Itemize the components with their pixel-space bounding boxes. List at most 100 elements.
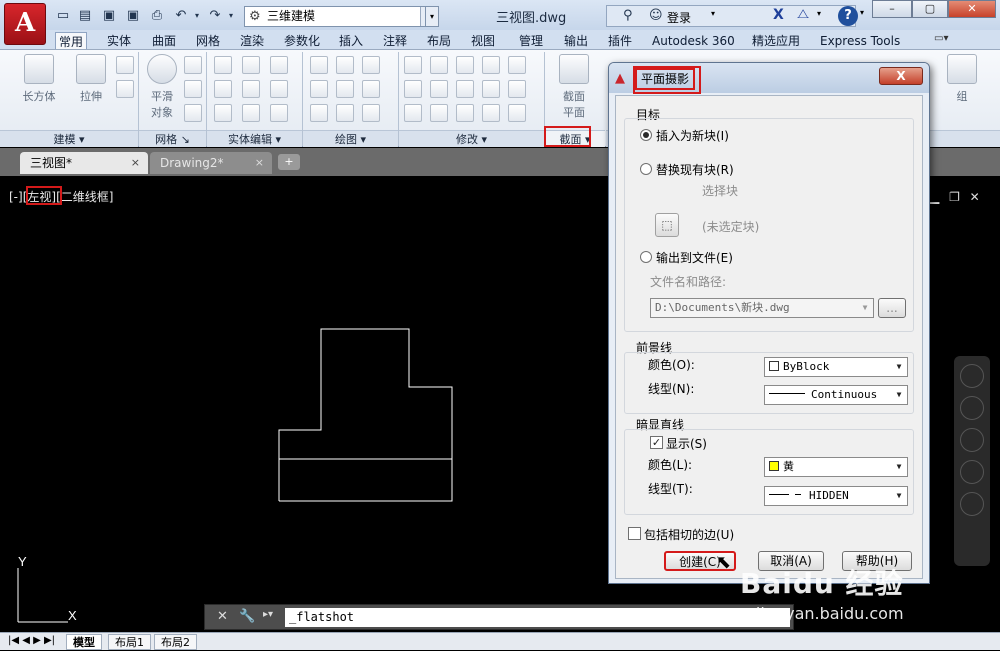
maximize-button[interactable]: ▢ [912, 0, 948, 18]
exchange-x-icon[interactable]: X [773, 7, 784, 23]
include-tangent-edges-label[interactable]: 包括相切的边(U) [644, 526, 734, 543]
tab-view[interactable]: 视图 [468, 32, 498, 50]
command-input[interactable]: _flatshot [285, 608, 790, 627]
radio-replace-label[interactable]: 替换现有块(R) [656, 161, 734, 178]
subtract-icon[interactable] [214, 80, 232, 98]
tab-surface[interactable]: 曲面 [149, 32, 179, 50]
wrench-icon[interactable]: 🔧 [239, 609, 255, 624]
tab-plugins[interactable]: 插件 [605, 32, 635, 50]
layout-nav-icons[interactable]: |◀ ◀ ▶ ▶| [8, 635, 55, 646]
panel-title-mesh[interactable]: 网格 ↘ [139, 130, 206, 147]
gizmo-rotate-icon[interactable] [456, 80, 474, 98]
file-tab-drawing2[interactable]: Drawing2* × [150, 152, 272, 174]
tab-manage[interactable]: 管理 [516, 32, 546, 50]
mirror-icon[interactable] [430, 104, 448, 122]
orbit-icon[interactable] [960, 460, 984, 484]
union-icon[interactable] [214, 56, 232, 74]
tab-output[interactable]: 输出 [561, 32, 591, 50]
tab-layout[interactable]: 布局 [424, 32, 454, 50]
box-button[interactable]: 长方体 [18, 54, 60, 104]
tab-parametric[interactable]: 参数化 [281, 32, 323, 50]
fillet-icon[interactable] [508, 56, 526, 74]
login-dropdown-icon[interactable]: ▾ [711, 9, 715, 18]
help-dropdown-icon[interactable]: ▾ [860, 8, 864, 17]
radio-insert-new-block[interactable] [640, 129, 652, 141]
arc-icon[interactable] [362, 56, 380, 74]
pan-icon[interactable] [960, 396, 984, 420]
radio-export-label[interactable]: 输出到文件(E) [656, 249, 733, 266]
group-button[interactable]: 组 [942, 54, 982, 104]
stretch-icon[interactable] [456, 104, 474, 122]
viewport-minimize-icon[interactable]: ▁ [930, 190, 939, 204]
undo-dropdown-icon[interactable]: ▾ [188, 7, 206, 25]
separate-icon[interactable] [270, 104, 288, 122]
ellipse-icon[interactable] [336, 104, 354, 122]
workspace-dropdown[interactable]: ⚙ 三维建模 ▼ [244, 6, 437, 27]
close-icon[interactable]: × [255, 152, 264, 174]
imprint-icon[interactable] [242, 80, 260, 98]
dialog-close-button[interactable]: X [879, 67, 923, 85]
revolve-icon[interactable] [116, 56, 134, 74]
circle-icon[interactable] [362, 80, 380, 98]
viewport-close-icon[interactable]: ✕ [970, 190, 980, 204]
tab-layout1[interactable]: 布局1 [108, 634, 151, 650]
show-hidden-label[interactable]: 显示(S) [666, 435, 707, 452]
redo-dropdown-icon[interactable]: ▾ [222, 7, 240, 25]
spline-icon[interactable] [310, 80, 328, 98]
viewport-restore-icon[interactable]: ❐ [949, 190, 960, 204]
radio-replace-block[interactable] [640, 163, 652, 175]
tab-home[interactable]: 常用 [55, 32, 88, 50]
rectangle-icon[interactable] [336, 80, 354, 98]
print-icon[interactable]: ⎙ [148, 7, 166, 25]
polyline-icon[interactable] [310, 56, 328, 74]
gizmo-move-icon[interactable] [456, 56, 474, 74]
radio-export-to-file[interactable] [640, 251, 652, 263]
show-hidden-checkbox[interactable]: ✓ [650, 436, 663, 449]
extrude-button[interactable]: 拉伸 [70, 54, 112, 104]
scale-icon[interactable] [482, 56, 500, 74]
file-tab-sanshitu[interactable]: 三视图* × [20, 152, 148, 174]
mesh-refine-icon[interactable] [184, 104, 202, 122]
include-tangent-edges-checkbox[interactable] [628, 527, 641, 540]
trim-icon[interactable] [482, 104, 500, 122]
line-icon[interactable] [336, 56, 354, 74]
minimize-button[interactable]: – [872, 0, 912, 18]
panel-title-draw[interactable]: 绘图 ▾ [303, 130, 398, 147]
browse-button[interactable]: ... [878, 298, 906, 318]
chamfer-icon[interactable] [508, 80, 526, 98]
open-file-icon[interactable]: ▤ [76, 7, 94, 25]
align-icon[interactable] [404, 104, 422, 122]
tab-featured-apps[interactable]: 精选应用 [749, 32, 803, 50]
offset-icon[interactable] [482, 80, 500, 98]
smooth-object-button[interactable]: 平滑 对象 [144, 54, 180, 120]
panel-title-modeling[interactable]: 建模 ▾ [0, 130, 138, 147]
save-icon[interactable]: ▣ [100, 7, 118, 25]
tab-render[interactable]: 渲染 [237, 32, 267, 50]
a360-dropdown-icon[interactable]: ▾ [817, 9, 821, 18]
slice-icon[interactable] [270, 80, 288, 98]
close-window-button[interactable]: ✕ [948, 0, 996, 18]
polygon-icon[interactable] [310, 104, 328, 122]
panel-title-modify[interactable]: 修改 ▾ [399, 130, 544, 147]
steering-wheel-icon[interactable] [960, 364, 984, 388]
showmotion-icon[interactable] [960, 492, 984, 516]
panel-title-solid-edit[interactable]: 实体编辑 ▾ [207, 130, 302, 147]
save-as-icon[interactable]: ▣ [124, 7, 142, 25]
sweep-icon[interactable] [116, 80, 134, 98]
radio-insert-label[interactable]: 插入为新块(I) [656, 127, 729, 144]
extrude-faces-icon[interactable] [270, 56, 288, 74]
new-tab-button[interactable]: + [278, 154, 300, 170]
tab-layout2[interactable]: 布局2 [154, 634, 197, 650]
binoculars-icon[interactable]: ⚲ [623, 8, 633, 23]
tab-model[interactable]: 模型 [66, 634, 102, 650]
hid-color-select[interactable]: 黄 ▼ [764, 457, 908, 477]
tab-annotate[interactable]: 注释 [380, 32, 410, 50]
tab-insert[interactable]: 插入 [336, 32, 366, 50]
hid-linetype-select[interactable]: HIDDEN ▼ [764, 486, 908, 506]
fg-color-select[interactable]: ByBlock ▼ [764, 357, 908, 377]
help-button[interactable]: ? [838, 6, 858, 26]
tab-solid[interactable]: 实体 [104, 32, 134, 50]
tab-autodesk-360[interactable]: Autodesk 360 [649, 32, 738, 50]
copy-icon[interactable] [430, 56, 448, 74]
autodesk-a360-icon[interactable]: ⧍ [797, 7, 809, 22]
